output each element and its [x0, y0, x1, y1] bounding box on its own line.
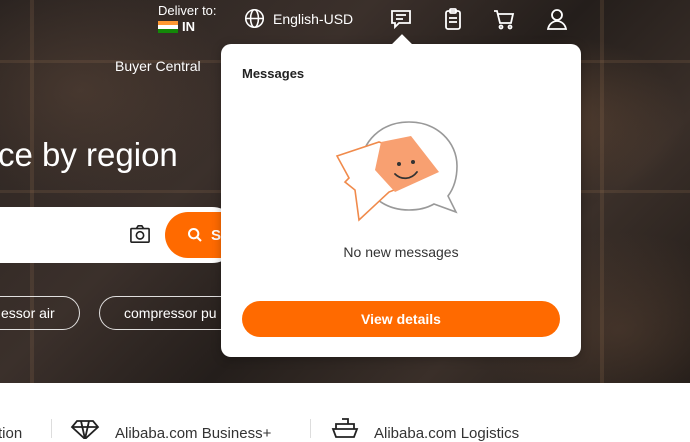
search-suggestion-chip[interactable]: compressor pu: [99, 296, 239, 330]
diamond-icon: [70, 420, 100, 439]
messages-title: Messages: [242, 66, 305, 81]
service-link[interactable]: Alibaba.com Business+: [115, 425, 271, 442]
globe-icon: [244, 8, 265, 29]
language-currency-selector[interactable]: English-USD: [244, 8, 353, 29]
chip-label: compressor pu: [124, 305, 217, 321]
view-details-button[interactable]: View details: [242, 301, 560, 337]
cart-icon[interactable]: [492, 7, 516, 31]
orders-icon[interactable]: [441, 7, 465, 31]
chip-label: essor air: [1, 305, 55, 321]
search-button-label: S: [211, 226, 222, 244]
service-link[interactable]: tion: [0, 425, 22, 442]
deliver-label: Deliver to:: [158, 3, 217, 18]
account-icon[interactable]: [545, 7, 569, 31]
divider: [51, 419, 52, 438]
hero-headline: ce by region: [0, 136, 178, 173]
messages-icon[interactable]: [389, 7, 413, 31]
service-link[interactable]: Alibaba.com Logistics: [374, 425, 519, 442]
background-shelf: [600, 0, 604, 383]
india-flag-icon: [158, 20, 178, 34]
ship-icon: [331, 418, 359, 438]
buyer-central-link[interactable]: Buyer Central: [115, 58, 201, 74]
language-currency-label: English-USD: [273, 10, 354, 27]
camera-icon[interactable]: [129, 224, 151, 244]
search-icon: [188, 228, 202, 242]
deliver-to-selector[interactable]: Deliver to: IN: [158, 3, 217, 35]
messages-dropdown: Messages No new messages View details: [221, 44, 581, 357]
divider: [310, 419, 311, 438]
services-bar: tion Alibaba.com Business+ Alibaba.com L…: [0, 383, 690, 442]
search-suggestion-chip[interactable]: essor air: [0, 296, 80, 330]
empty-messages-text: No new messages: [343, 244, 459, 260]
empty-messages-illustration-icon: [335, 121, 458, 222]
country-code: IN: [182, 19, 195, 34]
